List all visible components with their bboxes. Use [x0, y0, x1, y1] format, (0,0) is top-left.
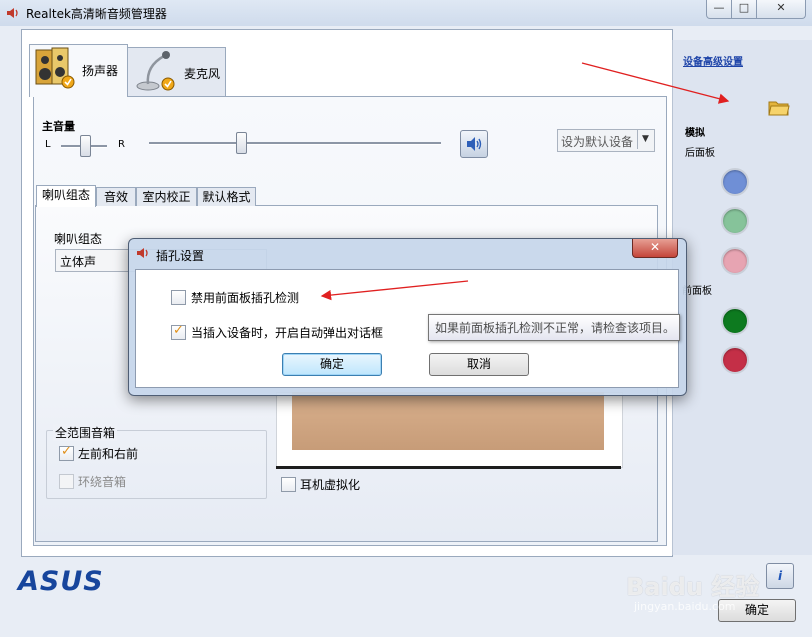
tab-microphone-label: 麦克风: [184, 67, 221, 81]
rear-jack-blue[interactable]: [721, 168, 749, 196]
stage-base-line: [276, 466, 621, 469]
front-left-right-checkbox[interactable]: [59, 444, 74, 461]
tab-default-format[interactable]: 默认格式: [197, 187, 256, 206]
balance-slider[interactable]: [80, 135, 91, 157]
folder-icon[interactable]: [768, 98, 790, 116]
right-panel: [672, 40, 812, 555]
dialog-close-button[interactable]: ✕: [632, 239, 678, 258]
tab-speaker-config[interactable]: 喇叭组态: [36, 185, 96, 207]
dialog-ok-button[interactable]: 确定: [282, 353, 382, 376]
maximize-button[interactable]: □: [731, 0, 757, 19]
default-device-label: 设为默认设备: [561, 135, 634, 149]
rear-panel-label: 后面板: [685, 148, 715, 159]
speaker-app-icon: [7, 8, 18, 18]
speaker-config-label: 喇叭组态: [54, 232, 103, 246]
volume-slider[interactable]: [236, 132, 247, 154]
dialog-title: 插孔设置: [156, 249, 205, 263]
disable-front-jack-detection-checkbox[interactable]: [171, 290, 186, 305]
front-jack-red[interactable]: [721, 346, 749, 374]
headphone-virtualization-label: 耳机虚拟化: [300, 478, 361, 492]
balance-left-label: L: [45, 139, 51, 150]
surround-label: 环绕音箱: [78, 475, 127, 489]
tooltip-text: 如果前面板插孔检测不正常，请检查该项目。: [435, 321, 676, 335]
speaker-dialog-icon: [137, 248, 148, 258]
speaker-icon: [35, 47, 75, 89]
microphone-icon: [136, 51, 175, 91]
front-jack-green[interactable]: [721, 307, 749, 335]
tab-room-correction[interactable]: 室内校正: [136, 187, 197, 206]
stage-floor: [292, 392, 604, 450]
headphone-virtualization-checkbox[interactable]: [281, 477, 296, 492]
tab-sound-effects[interactable]: 音效: [96, 187, 136, 206]
info-button[interactable]: i: [766, 563, 794, 589]
disable-front-jack-detection-label: 禁用前面板插孔检测: [191, 291, 300, 305]
speaker-config-value: 立体声: [60, 255, 97, 269]
minimize-button[interactable]: —: [706, 0, 732, 19]
auto-popup-label: 当插入设备时，开启自动弹出对话框: [191, 326, 384, 340]
watermark: Baidu 经验: [626, 573, 760, 601]
advanced-settings-link[interactable]: 设备高级设置: [683, 53, 743, 68]
master-volume-label: 主音量: [42, 120, 75, 133]
analog-label: 模拟: [685, 128, 705, 139]
window-title: Realtek高清晰音频管理器: [26, 7, 167, 21]
dialog-cancel-button[interactable]: 取消: [429, 353, 529, 376]
volume-track: [149, 142, 441, 145]
mute-button[interactable]: [460, 130, 488, 158]
balance-right-label: R: [118, 139, 125, 150]
full-range-title: 全范围音箱: [53, 424, 118, 441]
front-left-right-label: 左前和右前: [78, 447, 139, 461]
speaker-volume-icon: [467, 137, 482, 151]
watermark-url: jingyan.baidu.com: [634, 600, 736, 613]
rear-jack-pink[interactable]: [721, 247, 749, 275]
surround-checkbox[interactable]: [59, 474, 74, 489]
tab-speaker-label: 扬声器: [82, 64, 119, 78]
rear-jack-green[interactable]: [721, 207, 749, 235]
auto-popup-checkbox[interactable]: [171, 323, 186, 340]
chevron-down-icon[interactable]: ▼: [637, 130, 653, 149]
asus-logo: ASUS: [18, 566, 104, 597]
close-button[interactable]: ✕: [756, 0, 806, 19]
